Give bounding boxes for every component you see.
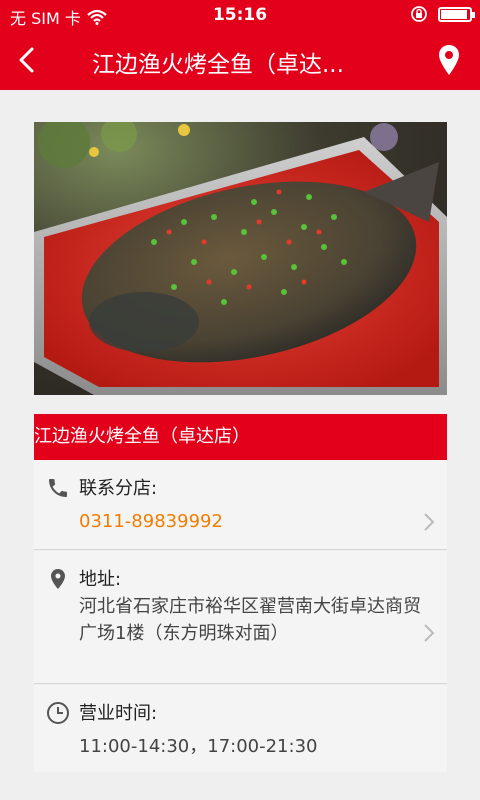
status-right — [410, 5, 475, 23]
chevron-right-icon — [424, 624, 435, 642]
address-label: 地址: — [79, 569, 122, 590]
dish-photo — [34, 122, 447, 395]
map-pin-icon[interactable] — [438, 44, 460, 76]
hours-text: 11:00-14:30，17:00-21:30 — [79, 736, 318, 757]
address-section[interactable]: 地址: 河北省石家庄市裕华区翟营南大街卓达商贸广场1楼（东方明珠对面） — [34, 551, 447, 684]
contact-section[interactable]: 联系分店: 0311-89839992 — [34, 460, 447, 550]
rotation-lock-icon — [411, 6, 427, 22]
page-title: 江边渔火烤全鱼（卓达... — [92, 52, 344, 78]
back-chevron-icon[interactable] — [12, 44, 44, 76]
status-time: 15:16 — [212, 5, 268, 25]
clock-icon — [47, 702, 69, 724]
grilled-fish-illustration — [34, 122, 447, 395]
phone-number[interactable]: 0311-89839992 — [79, 508, 223, 535]
location-icon — [51, 569, 65, 589]
hours-section: 营业时间: 11:00-14:30，17:00-21:30 — [34, 685, 447, 772]
restaurant-name-header: 江边渔火烤全鱼（卓达店） — [34, 414, 447, 460]
hours-label: 营业时间: — [79, 703, 158, 724]
contact-label: 联系分店: — [79, 478, 158, 499]
address-text: 河北省石家庄市裕华区翟营南大街卓达商贸广场1楼（东方明珠对面） — [79, 596, 421, 644]
battery-icon — [438, 6, 475, 22]
nav-bar: 江边渔火烤全鱼（卓达... — [0, 30, 480, 90]
chevron-right-icon — [424, 513, 435, 531]
battery-fill — [441, 9, 467, 19]
phone-icon — [49, 479, 67, 497]
status-bar: 无 SIM 卡 15:16 — [0, 0, 480, 30]
